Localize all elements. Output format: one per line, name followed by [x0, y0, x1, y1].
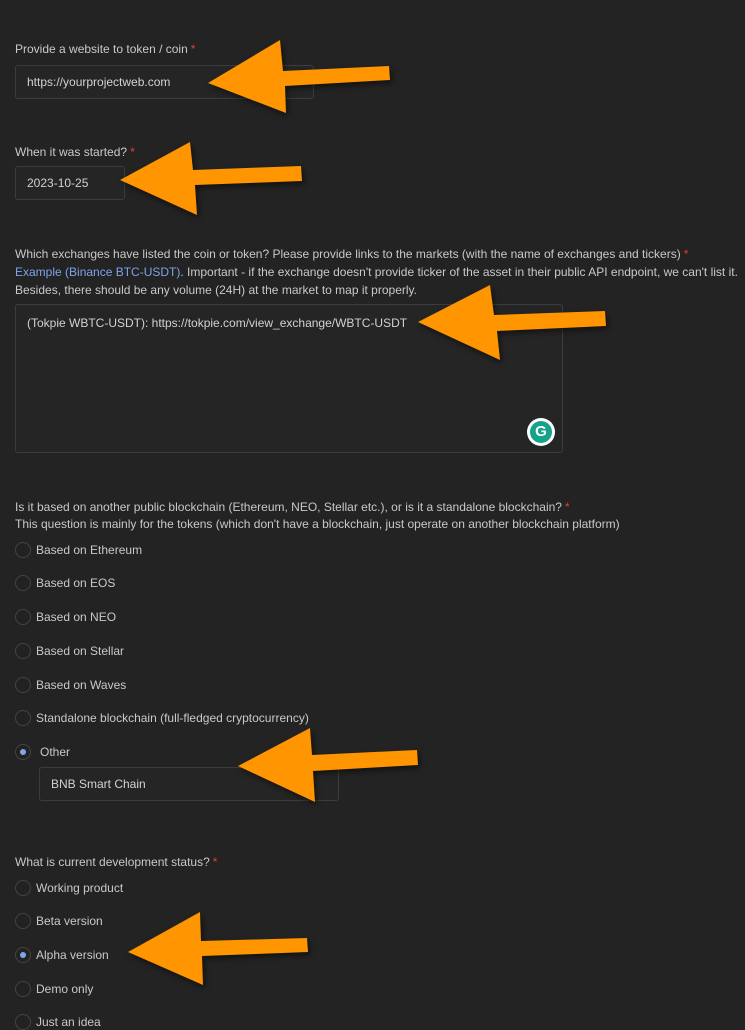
radio-label[interactable]: Based on NEO [36, 610, 116, 624]
started-date-input[interactable]: 2023-10-25 [15, 166, 125, 200]
radio-label[interactable]: Just an idea [36, 1015, 101, 1029]
radio-based-on-waves[interactable] [15, 677, 31, 693]
website-input[interactable]: https://yourprojectweb.com [15, 65, 314, 99]
radio-other[interactable] [15, 744, 31, 760]
radio-label[interactable]: Beta version [36, 914, 103, 928]
radio-label[interactable]: Based on Waves [36, 678, 126, 692]
radio-label[interactable]: Based on Ethereum [36, 543, 142, 557]
radio-based-on-stellar[interactable] [15, 643, 31, 659]
radio-label[interactable]: Alpha version [36, 948, 109, 962]
started-label: When it was started? * [15, 145, 135, 159]
radio-label[interactable]: Based on EOS [36, 576, 115, 590]
radio-label[interactable]: Other [40, 745, 70, 759]
website-label: Provide a website to token / coin * [15, 42, 196, 56]
exchanges-note: Example (Binance BTC-USDT). Important - … [15, 265, 738, 279]
exchanges-note-2: Besides, there should be any volume (24H… [15, 283, 417, 297]
radio-based-on-neo[interactable] [15, 609, 31, 625]
radio-demo-only[interactable] [15, 981, 31, 997]
radio-label[interactable]: Based on Stellar [36, 644, 124, 658]
other-blockchain-input[interactable]: BNB Smart Chain [39, 767, 339, 801]
exchanges-label: Which exchanges have listed the coin or … [15, 247, 689, 261]
exchanges-text: (Tokpie WBTC-USDT): https://tokpie.com/v… [27, 316, 408, 330]
radio-based-on-eos[interactable] [15, 575, 31, 591]
radio-alpha-version[interactable] [15, 947, 31, 963]
exchanges-textarea[interactable]: (Tokpie WBTC-USDT): https://tokpie.com/v… [15, 304, 563, 453]
radio-beta-version[interactable] [15, 913, 31, 929]
radio-label[interactable]: Demo only [36, 982, 93, 996]
example-link[interactable]: Example (Binance BTC-USDT) [15, 265, 180, 279]
radio-working-product[interactable] [15, 880, 31, 896]
status-label: What is current development status? * [15, 855, 218, 869]
arrow-icon [120, 142, 302, 215]
radio-just-an-idea[interactable] [15, 1014, 31, 1030]
radio-standalone-blockchain-full-fledged-cryptocurrency-[interactable] [15, 710, 31, 726]
grammarly-icon[interactable]: G [527, 418, 555, 446]
blockchain-hint: This question is mainly for the tokens (… [15, 517, 620, 531]
blockchain-label: Is it based on another public blockchain… [15, 500, 570, 514]
arrow-icon [128, 912, 308, 985]
radio-label[interactable]: Working product [36, 881, 123, 895]
radio-based-on-ethereum[interactable] [15, 542, 31, 558]
radio-label[interactable]: Standalone blockchain (full-fledged cryp… [36, 711, 309, 725]
